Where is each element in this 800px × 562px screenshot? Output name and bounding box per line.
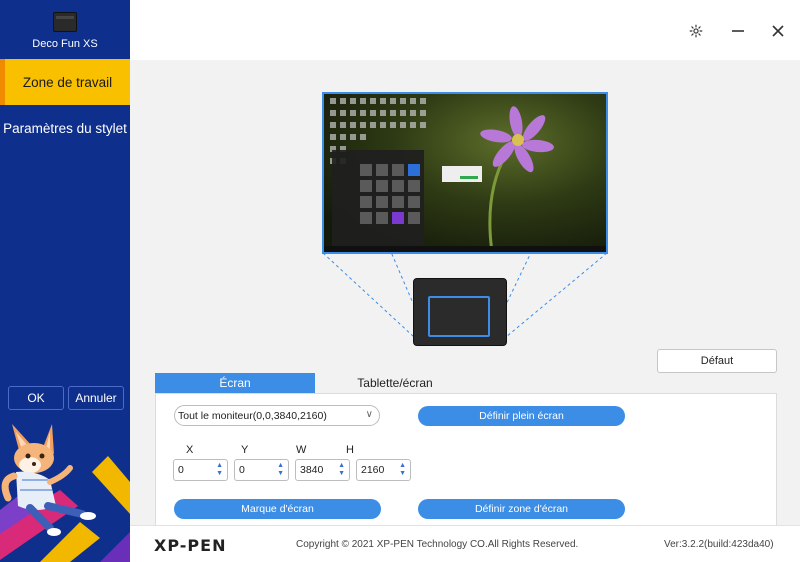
w-value: 3840 [300, 464, 324, 476]
cancel-button[interactable]: Annuler [68, 386, 124, 410]
h-label: H [346, 444, 354, 456]
x-label: X [186, 444, 194, 456]
mapping-tabs: Écran Tablette/écran [155, 373, 775, 393]
fox-mascot-illustration [0, 424, 130, 562]
sidebar-item-workspace[interactable]: Zone de travail [0, 59, 130, 105]
x-stepper[interactable]: 0 ▲ ▼ [173, 459, 228, 481]
sidebar-item-pen-settings[interactable]: Paramètres du stylet [0, 106, 130, 150]
work-area-panel: Défaut Écran Tablette/écran Tout le moni… [130, 60, 800, 525]
device-name: Deco Fun XS [32, 38, 98, 50]
tab-tablet-screen[interactable]: Tablette/écran [315, 373, 475, 393]
monitor-select-value: Tout le moniteur(0,0,3840,2160) [178, 409, 327, 422]
h-value: 2160 [361, 464, 385, 476]
tablet-device-icon [53, 12, 77, 32]
screen-settings-panel: Tout le moniteur(0,0,3840,2160) ∨ Défini… [155, 393, 777, 525]
stepper-arrows-icon[interactable]: ▲ ▼ [399, 462, 406, 478]
close-icon[interactable] [767, 20, 789, 42]
set-full-screen-button[interactable]: Définir plein écran [418, 406, 625, 426]
sidebar-item-label: Paramètres du stylet [3, 120, 127, 136]
gear-icon[interactable] [685, 20, 707, 42]
y-stepper[interactable]: 0 ▲ ▼ [234, 459, 289, 481]
stepper-arrows-icon[interactable]: ▲ ▼ [216, 462, 223, 478]
w-stepper[interactable]: 3840 ▲ ▼ [295, 459, 350, 481]
sidebar-item-label: Zone de travail [22, 74, 113, 90]
version-text: Ver:3.2.2(build:423da40) [664, 539, 774, 550]
default-button[interactable]: Défaut [657, 349, 777, 373]
sidebar: Deco Fun XS Zone de travail Paramètres d… [0, 0, 130, 562]
y-value: 0 [239, 464, 245, 476]
desktop-wallpaper-image [324, 94, 606, 252]
h-stepper[interactable]: 2160 ▲ ▼ [356, 459, 411, 481]
screen-preview [322, 92, 608, 254]
chevron-down-icon: ∨ [365, 409, 373, 420]
monitor-select[interactable]: Tout le moniteur(0,0,3840,2160) ∨ [174, 405, 380, 426]
define-screen-area-button[interactable]: Définir zone d'écran [418, 499, 625, 519]
screen-mark-button[interactable]: Marque d'écran [174, 499, 381, 519]
y-label: Y [241, 444, 249, 456]
xp-pen-logo: XP-PEN [154, 536, 227, 555]
copyright-text: Copyright © 2021 XP-PEN Technology CO.Al… [296, 539, 579, 550]
tab-screen[interactable]: Écran [155, 373, 315, 393]
tablet-preview [413, 278, 507, 346]
w-label: W [296, 444, 307, 456]
x-value: 0 [178, 464, 184, 476]
footer: XP-PEN Copyright © 2021 XP-PEN Technolog… [130, 525, 800, 562]
device-selector[interactable]: Deco Fun XS [0, 0, 130, 58]
minimize-icon[interactable] [727, 20, 749, 42]
stepper-arrows-icon[interactable]: ▲ ▼ [338, 462, 345, 478]
ok-button[interactable]: OK [8, 386, 64, 410]
stepper-arrows-icon[interactable]: ▲ ▼ [277, 462, 284, 478]
title-bar [130, 0, 800, 60]
tablet-active-area [428, 296, 490, 337]
